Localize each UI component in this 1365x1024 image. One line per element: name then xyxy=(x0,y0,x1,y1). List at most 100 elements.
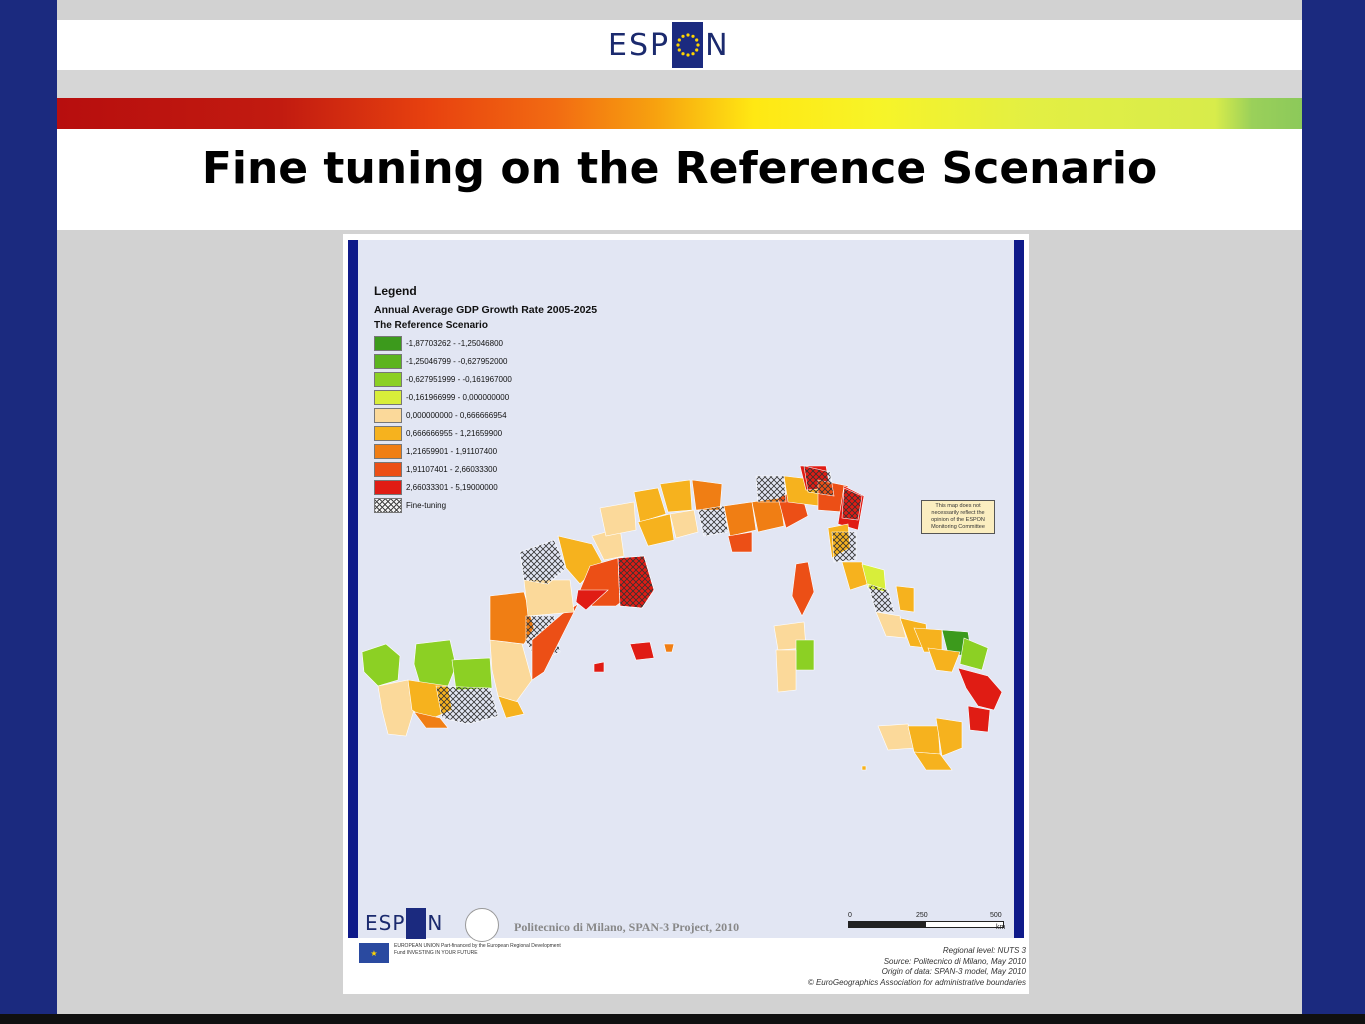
legend-label: -0,627951999 - -0,161967000 xyxy=(406,374,512,384)
legend-row: 0,000000000 - 0,666666954 xyxy=(374,406,674,424)
region-france-s6 xyxy=(691,479,723,511)
legend-swatch xyxy=(374,407,402,423)
region-navarra xyxy=(523,579,575,617)
map-footer: Regional level: NUTS 3 Source: Politecni… xyxy=(808,946,1026,988)
espon-logo-small: ESP N xyxy=(365,907,443,939)
footer-line-3: Origin of data: SPAN-3 model, May 2010 xyxy=(881,967,1026,976)
region-sardinia-s xyxy=(775,649,797,693)
region-umbria xyxy=(867,583,895,613)
region-france-s5 xyxy=(669,509,699,539)
legend-label: 1,91107401 - 2,66033300 xyxy=(406,464,498,474)
region-basque xyxy=(519,539,567,585)
legend-row: 1,91107401 - 2,66033300 xyxy=(374,460,674,478)
legend-row: 2,66033301 - 5,19000000 xyxy=(374,478,674,496)
region-france-s8 xyxy=(723,501,757,537)
legend-label: 0,000000000 - 0,666666954 xyxy=(406,410,507,420)
region-puglia-s xyxy=(959,637,989,671)
legend-label-fine-tuning: Fine-tuning xyxy=(406,500,447,510)
region-calabria-s xyxy=(967,705,991,733)
region-malta xyxy=(861,765,867,771)
university-seal-icon xyxy=(465,908,499,942)
scale-tick-250: 250 xyxy=(916,912,928,919)
logo-strip: ESP N xyxy=(57,20,1302,70)
eu-flag-icon: ★ xyxy=(359,943,389,963)
map-credit: Politecnico di Milano, SPAN-3 Project, 2… xyxy=(514,920,740,934)
region-calabria xyxy=(957,667,1003,711)
region-castile-west xyxy=(413,639,457,687)
eu-funding-block: ★ EUROPEAN UNION Part-financed by the Eu… xyxy=(359,943,564,963)
legend-row: -0,627951999 - -0,161967000 xyxy=(374,370,674,388)
legend: Legend Annual Average GDP Growth Rate 20… xyxy=(374,284,674,514)
espon-logo-right: N xyxy=(705,27,730,63)
espon-small-right: N xyxy=(427,911,444,935)
legend-swatch-hatch xyxy=(374,497,402,513)
legend-classes: -1,87703262 - -1,25046800 -1,25046799 - -… xyxy=(374,334,674,496)
slide: ESP N Fine tuning on the Reference Scena… xyxy=(57,0,1302,1014)
footer-line-1: Regional level: NUTS 3 xyxy=(942,946,1026,955)
top-band xyxy=(57,0,1302,20)
legend-swatch xyxy=(374,389,402,405)
right-border xyxy=(1302,0,1365,1024)
map-panel: Legend Annual Average GDP Growth Rate 20… xyxy=(348,240,1024,942)
legend-label: 2,66033301 - 5,19000000 xyxy=(406,482,498,492)
region-east-coast xyxy=(531,603,579,681)
legend-swatch xyxy=(374,353,402,369)
region-valencia xyxy=(489,639,533,703)
region-veneto-hatch xyxy=(841,487,863,521)
region-sicily-c xyxy=(907,725,941,755)
region-galicia xyxy=(361,643,401,687)
region-balearic-2 xyxy=(593,661,605,673)
legend-swatch xyxy=(374,425,402,441)
legend-label: -1,25046799 - -0,627952000 xyxy=(406,356,508,366)
bottom-border xyxy=(0,1014,1365,1024)
espon-small-left: ESP xyxy=(365,911,406,935)
region-france-s7 xyxy=(697,505,729,537)
footer-line-2: Source: Politecnico di Milano, May 2010 xyxy=(883,956,1026,966)
region-barcelona-hatch xyxy=(617,555,655,609)
eu-funding-text: EUROPEAN UNION Part-financed by the Euro… xyxy=(394,943,561,956)
region-balearic-1 xyxy=(629,641,655,661)
region-lombardy-hatch xyxy=(803,465,835,497)
legend-scenario: The Reference Scenario xyxy=(374,320,488,331)
legend-subtitle: Annual Average GDP Growth Rate 2005-2025 xyxy=(374,304,598,316)
legend-row: -1,25046799 - -0,627952000 xyxy=(374,352,674,370)
slide-title: Fine tuning on the Reference Scenario xyxy=(201,143,1158,194)
region-andalusia xyxy=(435,685,499,725)
legend-swatch xyxy=(374,461,402,477)
left-border xyxy=(0,0,57,1024)
legend-swatch xyxy=(374,335,402,351)
legend-label: -1,87703262 - -1,25046800 xyxy=(406,338,503,348)
region-sicily-s xyxy=(913,751,953,771)
region-alps-hatch xyxy=(755,475,787,503)
gray-band xyxy=(57,70,1302,98)
legend-row: 0,666666955 - 1,21659900 xyxy=(374,424,674,442)
legend-swatch xyxy=(374,479,402,495)
scale-bar-graphic xyxy=(848,921,1004,928)
legend-row: -0,161966999 - 0,000000000 xyxy=(374,388,674,406)
region-corsica xyxy=(791,561,815,617)
region-balearic-3 xyxy=(663,643,675,653)
region-tuscany-hatch xyxy=(831,531,857,563)
legend-row: -1,87703262 - -1,25046800 xyxy=(374,334,674,352)
title-area: Fine tuning on the Reference Scenario xyxy=(57,129,1302,230)
legend-label: 1,21659901 - 1,91107400 xyxy=(406,446,498,456)
scale-unit: km xyxy=(996,924,1006,931)
legend-label: 0,666666955 - 1,21659900 xyxy=(406,428,503,438)
region-abruzzo xyxy=(895,585,915,613)
scale-tick-500: 500 xyxy=(990,912,1002,919)
legend-label: -0,161966999 - 0,000000000 xyxy=(406,392,510,402)
region-lazio xyxy=(875,611,907,639)
legend-row-fine-tuning: Fine-tuning xyxy=(374,496,674,514)
espon-logo: ESP N xyxy=(608,22,730,68)
eu-stars-small-icon xyxy=(406,907,427,939)
eu-stars-icon xyxy=(672,22,704,68)
espon-logo-left: ESP xyxy=(608,27,671,63)
region-portugal xyxy=(377,679,415,737)
color-gradient-band xyxy=(57,98,1302,129)
legend-swatch xyxy=(374,443,402,459)
legend-swatch xyxy=(374,371,402,387)
scale-bar: 0 250 500 km xyxy=(848,912,1006,931)
footer-line-4: © EuroGeographics Association for admini… xyxy=(807,977,1026,987)
map-frame: Legend Annual Average GDP Growth Rate 20… xyxy=(343,234,1029,994)
region-sardinia-c xyxy=(795,639,815,671)
